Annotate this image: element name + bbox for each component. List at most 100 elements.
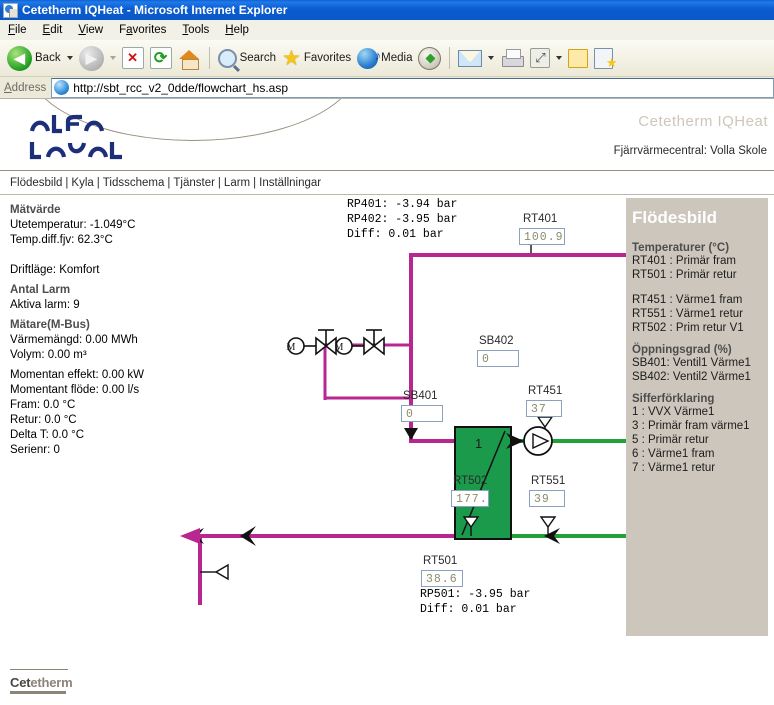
info-panel: Flödesbild Temperaturer (°C) RT401 : Pri… [626, 198, 768, 636]
site-name: Fjärrvärmecentral: Volla Skole [613, 145, 767, 157]
rt502-label: RT502 [453, 475, 488, 487]
back-button[interactable]: ◀ Back [4, 44, 64, 73]
nav-sep-4: | [217, 176, 221, 189]
info-line-3: 3 : Primär fram värme1 [632, 420, 750, 432]
rt502-value[interactable]: 177. [451, 490, 489, 507]
menu-view-rest: iew [85, 23, 104, 36]
svg-text:M: M [335, 342, 344, 353]
ie-document-icon [3, 2, 18, 18]
nav-item-tjanster[interactable]: Tjänster [173, 177, 215, 189]
nav-item-larm[interactable]: Larm [224, 177, 250, 189]
home-button[interactable] [175, 46, 204, 71]
info-line-rt451: RT451 : Värme1 fram [632, 294, 743, 306]
alfa-laval-logo [29, 114, 122, 160]
measurement-heading: Mätvärde [10, 204, 61, 216]
browser-toolbar: ◀ Back ▶ Search ★ Favorites Media [0, 40, 774, 77]
toolbar-divider-1 [208, 47, 210, 69]
info-line-rt401: RT401 : Primär fram [632, 255, 736, 267]
meter-supply: Fram: 0.0 °C [10, 399, 76, 411]
rt401-value[interactable]: 100.9 [519, 228, 565, 245]
rt551-label: RT551 [531, 475, 566, 487]
rp401-text: RP401: -3.94 bar [347, 198, 458, 211]
menu-item-help[interactable]: Help [217, 22, 257, 38]
mail-icon [458, 49, 483, 67]
menu-bar: File Edit View Favorites Tools Help [0, 20, 774, 40]
info-line-1: 1 : VVX Värme1 [632, 406, 715, 418]
menu-item-view[interactable]: View [70, 22, 111, 38]
rp501-text: RP501: -3.95 bar [420, 588, 531, 601]
menu-item-edit[interactable]: Edit [35, 22, 71, 38]
info-spacer-1 [632, 282, 768, 293]
nav-sep-2: | [96, 176, 100, 189]
nav-item-kyla[interactable]: Kyla [71, 177, 93, 189]
nav-item-flodesbild[interactable]: Flödesbild [10, 177, 62, 189]
sb401-value[interactable]: 0 [401, 405, 443, 422]
cetetherm-logo: Cetetherm [10, 675, 73, 690]
favorites-button[interactable]: ★ Favorites [279, 46, 354, 71]
menu-item-file[interactable]: File [0, 22, 35, 38]
edit-dropdown-icon[interactable] [556, 56, 563, 60]
nav-sep-3: | [167, 176, 171, 189]
rt401-label: RT401 [523, 213, 558, 225]
menu-item-favorites[interactable]: Favorites [111, 22, 174, 38]
forward-dropdown-icon[interactable] [109, 56, 116, 60]
info-heading-oppningsgrad: Öppningsgrad (%) [632, 344, 732, 356]
page-header: Cetetherm IQHeat Fjärrvärmecentral: Voll… [0, 99, 774, 171]
menu-help-rest: elp [233, 23, 249, 36]
rt451-label: RT451 [528, 385, 563, 397]
menu-item-tools[interactable]: Tools [174, 22, 217, 38]
back-dropdown-icon[interactable] [66, 56, 73, 60]
meter-flow: Momentant flöde: 0.00 l/s [10, 384, 140, 396]
favorites-star-icon: ★ [282, 46, 301, 70]
brand-title: Cetetherm IQHeat [638, 113, 768, 130]
forward-button[interactable]: ▶ [76, 44, 107, 73]
nav-sep-5: | [253, 176, 257, 189]
window-title: Cetetherm IQHeat - Microsoft Internet Ex… [22, 3, 288, 17]
notes-icon [568, 48, 589, 68]
measurement-outdoor-temp: Utetemperatur: -1.049°C [10, 219, 136, 231]
nav-item-tidsschema[interactable]: Tidsschema [103, 177, 165, 189]
history-button[interactable] [415, 45, 444, 72]
notes-button[interactable] [565, 47, 591, 70]
content-area: Mätvärde Utetemperatur: -1.049°C Temp.di… [0, 194, 774, 705]
diff-top-text: Diff: 0.01 bar [347, 228, 444, 241]
svg-text:M: M [287, 342, 296, 353]
info-heading-sifferforklaring: Sifferförklaring [632, 393, 715, 405]
ie-globe-icon [54, 80, 70, 95]
info-line-6: 6 : Värme1 fram [632, 448, 715, 460]
rt501-value[interactable]: 38.6 [421, 570, 463, 587]
search-button-label: Search [239, 52, 277, 64]
print-button[interactable] [497, 46, 527, 70]
print-icon [500, 48, 525, 68]
refresh-icon [149, 47, 172, 69]
rt451-value[interactable]: 37 [526, 400, 562, 417]
nav-item-installningar[interactable]: Inställningar [259, 177, 321, 189]
sb402-value[interactable]: 0 [477, 350, 519, 367]
cetetherm-logo-light: etherm [30, 675, 73, 690]
mail-button[interactable] [455, 48, 485, 69]
sb401-label: SB401 [403, 390, 438, 402]
refresh-button[interactable] [147, 45, 175, 71]
stop-button[interactable] [119, 45, 147, 71]
search-icon [217, 48, 237, 68]
page-content: Cetetherm IQHeat Fjärrvärmecentral: Voll… [0, 99, 774, 705]
history-icon [418, 46, 442, 70]
edit-button[interactable] [527, 46, 553, 70]
media-button[interactable]: Media [354, 46, 415, 71]
address-input[interactable]: http://sbt_rcc_v2_0dde/flowchart_hs.asp [51, 77, 774, 98]
media-button-label: Media [381, 52, 413, 64]
menu-edit-rest: dit [50, 23, 63, 36]
back-arrow-icon: ◀ [7, 45, 32, 71]
rt551-value[interactable]: 39 [529, 490, 565, 507]
info-line-rt502: RT502 : Prim retur V1 [632, 322, 744, 334]
address-label: Address [4, 81, 47, 94]
search-button[interactable]: Search [215, 47, 279, 70]
media-icon [357, 47, 381, 69]
info-line-rt501: RT501 : Primär retur [632, 269, 737, 281]
rt501-label: RT501 [423, 555, 458, 567]
meter-energy: Värmemängd: 0.00 MWh [10, 334, 138, 346]
mail-dropdown-icon[interactable] [488, 56, 495, 60]
meter-delta-t: Delta T: 0.0 °C [10, 429, 85, 441]
research-button[interactable] [591, 46, 617, 71]
